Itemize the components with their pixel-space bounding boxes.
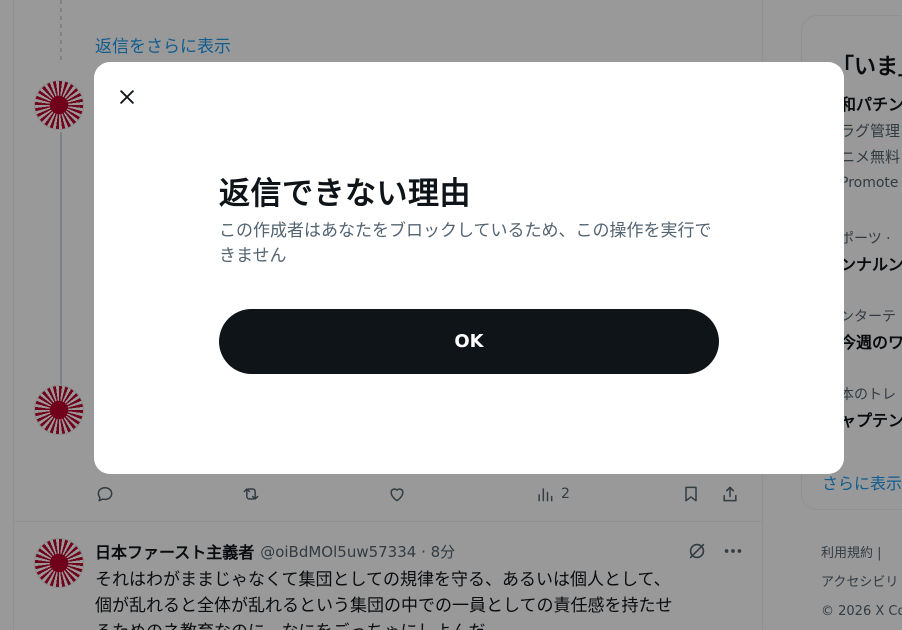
close-button[interactable] [110,80,144,114]
dialog-title: 返信できない理由 [219,176,471,212]
page: 返信をさらに表示 2 日本ファースト主義者 @oiBdMOl5uw57334 ·… [0,0,902,630]
close-icon [120,90,134,104]
reply-restricted-dialog: 返信できない理由 この作成者はあなたをブロックしているため、この操作を実行できま… [94,62,844,474]
dialog-message: この作成者はあなたをブロックしているため、この操作を実行できません [219,221,712,266]
ok-button[interactable]: OK [219,309,719,374]
